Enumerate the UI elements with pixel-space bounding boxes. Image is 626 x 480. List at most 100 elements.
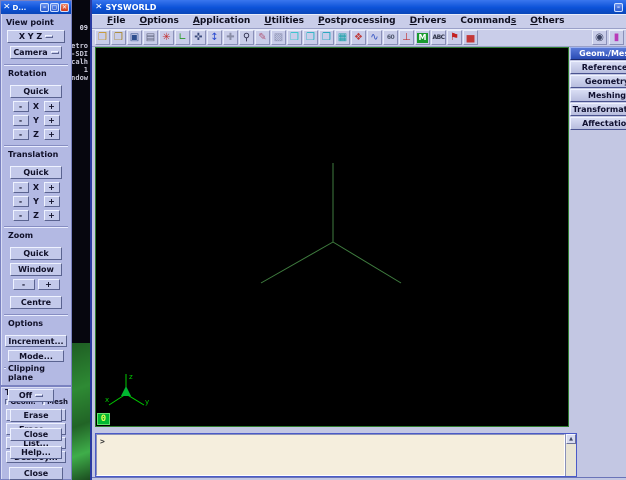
option-indicator	[35, 394, 43, 397]
shaded-box-icon[interactable]: ❒	[303, 30, 318, 45]
close-icon[interactable]: ✕	[60, 3, 69, 12]
translate-z-plus-button[interactable]: +	[44, 210, 60, 221]
hidden-line-box-icon[interactable]: ❒	[287, 30, 302, 45]
scroll-up-icon[interactable]: ▲	[566, 434, 576, 444]
origin-badge: 0	[97, 413, 110, 425]
translate-z-minus-button[interactable]: -	[13, 210, 29, 221]
close-button[interactable]: Close	[10, 428, 62, 441]
centre-button[interactable]: Centre	[10, 296, 62, 309]
rotate-x-plus-button[interactable]: +	[44, 101, 60, 112]
open-database-icon[interactable]: ❒	[111, 30, 126, 45]
open-icon[interactable]: ❒	[95, 30, 110, 45]
option-indicator	[45, 35, 53, 38]
increment-button[interactable]: Increment...	[5, 335, 67, 347]
axis-y-label: y	[145, 398, 149, 406]
zoom-icon[interactable]: ⚲	[239, 30, 254, 45]
rotate-z-plus-button[interactable]: +	[44, 129, 60, 140]
minimize-icon[interactable]: –	[40, 3, 49, 12]
sysworld-titlebar[interactable]: ✕ SYSWORLD –	[92, 0, 626, 14]
local-axes-icon[interactable]: ∟	[175, 30, 190, 45]
menu-application[interactable]: Application	[186, 16, 257, 26]
camera-icon[interactable]: ◉	[592, 30, 607, 45]
maximize-icon[interactable]: ▢	[50, 3, 59, 12]
command-area: > ▲	[95, 433, 577, 477]
options-group-label: Options	[6, 319, 45, 328]
panel-button-geom-mesh[interactable]: Geom./Mesh	[570, 47, 626, 60]
desktop-background	[70, 340, 92, 480]
numeric-display-icon[interactable]: 60	[383, 30, 398, 45]
axis-y-label: Y	[32, 116, 41, 125]
color-palette-icon[interactable]: ❖	[351, 30, 366, 45]
smooth-shaded-box-icon[interactable]: ❒	[319, 30, 334, 45]
erase-button[interactable]: Erase	[10, 409, 62, 422]
zoom-out-button[interactable]: -	[13, 279, 35, 290]
menu-bar: FileOptionsApplicationUtilitiesPostproce…	[92, 14, 626, 29]
zoom-quick-button[interactable]: Quick	[10, 247, 62, 260]
graphics-viewport[interactable]: z x y 0	[95, 47, 569, 427]
tree-close-button[interactable]: Close	[9, 467, 63, 480]
window-title: SYSWORLD	[106, 3, 611, 12]
menu-options[interactable]: Options	[132, 16, 185, 26]
axis-x-label: X	[32, 102, 41, 111]
global-axes-icon[interactable]: ✳	[159, 30, 174, 45]
panel-button-geometry[interactable]: Geometry	[570, 75, 626, 88]
clipping-plane-label: Clipping plane	[6, 364, 70, 382]
zoom-in-button[interactable]: +	[38, 279, 60, 290]
sysworld-window: ✕ SYSWORLD – FileOptionsApplicationUtili…	[90, 0, 626, 480]
flag-icon[interactable]: ⚑	[447, 30, 462, 45]
translate-x-plus-button[interactable]: +	[44, 182, 60, 193]
translate-x-minus-button[interactable]: -	[13, 182, 29, 193]
panel-button-references[interactable]: References	[570, 61, 626, 74]
translation-quick-button[interactable]: Quick	[10, 166, 62, 179]
mesh-box-icon[interactable]: ▦	[335, 30, 350, 45]
rotate-x-minus-button[interactable]: -	[13, 101, 29, 112]
tree-structure-icon[interactable]: ⊥	[399, 30, 414, 45]
zoom-window-button[interactable]: Window	[10, 263, 62, 276]
material-icon[interactable]: M	[415, 30, 430, 45]
text-label-icon[interactable]: ABC	[431, 30, 446, 45]
curve-plot-icon[interactable]: ∿	[367, 30, 382, 45]
viewpoint-dialog-titlebar[interactable]: ✕ D... – ▢ ✕	[1, 1, 71, 14]
command-input[interactable]: >	[96, 434, 565, 476]
clipping-option-button[interactable]: Off	[8, 389, 54, 402]
xyz-option-button[interactable]: X Y Z	[7, 30, 65, 43]
axis-z-label: Z	[32, 130, 41, 139]
wireframe-box-icon[interactable]: ▧	[271, 30, 286, 45]
menu-file[interactable]: File	[100, 16, 132, 26]
axes-triad	[96, 48, 568, 426]
option-indicator	[51, 51, 59, 54]
window-bottom-border	[92, 477, 626, 478]
pan-icon[interactable]: ✚	[223, 30, 238, 45]
panel-button-affectation[interactable]: Affectation	[570, 117, 626, 130]
axis-y-label: Y	[32, 197, 41, 206]
axis-x-label: x	[105, 396, 109, 404]
menu-others[interactable]: Others	[523, 16, 571, 26]
toolbar: ❒❒▣▤✳∟✜↕✚⚲✎▧❒❒❒▦❖∿60⊥MABC⚑▅◉▮	[92, 29, 626, 47]
mode-panel: Geom./MeshReferencesGeometryMeshingTrans…	[570, 47, 626, 131]
fit-view-icon[interactable]: ✜	[191, 30, 206, 45]
translate-y-plus-button[interactable]: +	[44, 196, 60, 207]
menu-postprocessing[interactable]: Postprocessing	[311, 16, 403, 26]
menu-utilities[interactable]: Utilities	[257, 16, 311, 26]
mode-button[interactable]: Mode...	[8, 350, 64, 362]
print-icon[interactable]: ▤	[143, 30, 158, 45]
save-icon[interactable]: ▣	[127, 30, 142, 45]
rotate-y-minus-button[interactable]: -	[13, 115, 29, 126]
command-scrollbar[interactable]: ▲	[565, 434, 576, 476]
help-button[interactable]: Help...	[10, 446, 62, 459]
panel-button-transformation[interactable]: Transformation	[570, 103, 626, 116]
histogram-icon[interactable]: ▅	[463, 30, 478, 45]
camera-option-button[interactable]: Camera	[10, 46, 62, 59]
axis-z-label: Z	[32, 211, 41, 220]
rotate-y-plus-button[interactable]: +	[44, 115, 60, 126]
clipped-tool-icon[interactable]: ▮	[609, 30, 624, 45]
minimize-icon[interactable]: –	[614, 3, 623, 12]
panel-button-meshing[interactable]: Meshing	[570, 89, 626, 102]
erase-icon[interactable]: ✎	[255, 30, 270, 45]
menu-drivers[interactable]: Drivers	[403, 16, 454, 26]
translate-y-minus-button[interactable]: -	[13, 196, 29, 207]
fit-vertical-icon[interactable]: ↕	[207, 30, 222, 45]
rotate-z-minus-button[interactable]: -	[13, 129, 29, 140]
rotation-quick-button[interactable]: Quick	[10, 85, 62, 98]
menu-commands[interactable]: Commands	[453, 16, 523, 26]
